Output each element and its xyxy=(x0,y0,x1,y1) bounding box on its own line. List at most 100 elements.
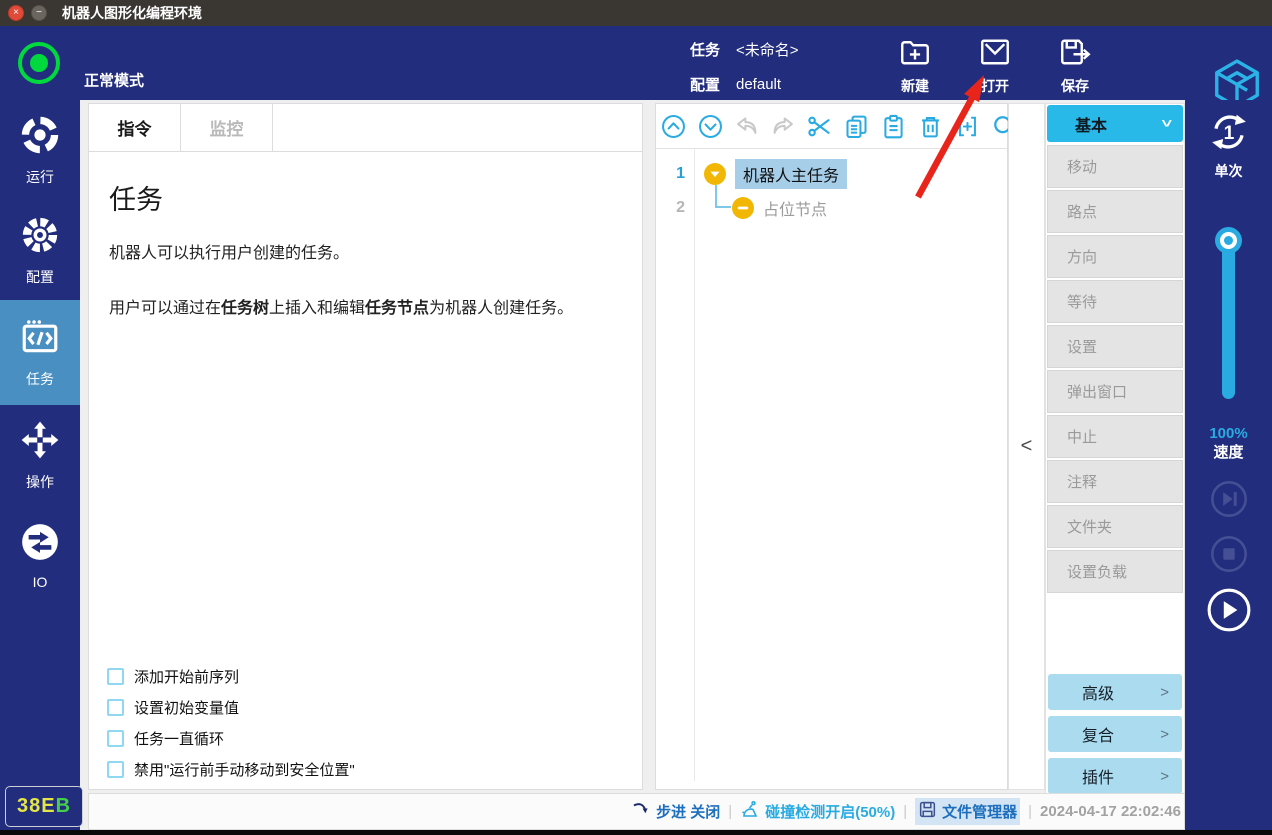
task-doc: 任务 机器人可以执行用户创建的任务。 用户可以通过在任务树上插入和编辑任务节点为… xyxy=(89,152,642,789)
chevron-right-icon: > xyxy=(1160,768,1169,785)
node-item-comment[interactable]: 注释 xyxy=(1047,460,1183,503)
move-down-icon[interactable] xyxy=(697,113,724,140)
sidebar-item-operate[interactable]: 操作 xyxy=(0,405,80,505)
checkbox-pre-sequence[interactable] xyxy=(107,668,124,685)
node-expand-icon[interactable] xyxy=(703,162,727,186)
sidebar-item-run[interactable]: 运行 xyxy=(0,100,80,200)
window-titlebar: × − 机器人图形化编程环境 xyxy=(0,0,1272,26)
node-category-basic[interactable]: 基本 ˅ xyxy=(1047,105,1183,142)
open-task-label: 打开 xyxy=(981,76,1009,96)
sidebar-item-io[interactable]: IO xyxy=(0,505,80,605)
checkbox-loop-forever-label: 任务一直循环 xyxy=(134,728,224,749)
file-manager-button[interactable]: 文件管理器 xyxy=(915,798,1020,825)
step-forward-button[interactable] xyxy=(1210,480,1248,518)
redo-icon[interactable] xyxy=(770,113,796,140)
step-mode-status[interactable]: 步进 关闭 xyxy=(631,800,720,824)
node-group-composite[interactable]: 复合> xyxy=(1048,716,1182,752)
play-button[interactable] xyxy=(1206,587,1252,633)
line-number: 2 xyxy=(656,199,694,217)
cut-icon[interactable] xyxy=(806,113,833,140)
sidebar-io-label: IO xyxy=(33,574,48,590)
sidebar-run-label: 运行 xyxy=(26,167,54,187)
tree-row-placeholder[interactable]: 2 占位节点 xyxy=(656,191,1007,225)
node-item-wait[interactable]: 等待 xyxy=(1047,280,1183,323)
node-item-popup[interactable]: 弹出窗口 xyxy=(1047,370,1183,413)
speed-slider-thumb[interactable] xyxy=(1215,227,1242,254)
checkbox-loop-forever[interactable] xyxy=(107,730,124,747)
badge-green-part: B xyxy=(56,795,71,818)
run-icon xyxy=(19,114,61,159)
node-item-set[interactable]: 设置 xyxy=(1047,325,1183,368)
undo-icon[interactable] xyxy=(734,113,760,140)
node-group-plugin[interactable]: 插件> xyxy=(1048,758,1182,794)
minimize-window-button[interactable]: − xyxy=(31,5,47,21)
status-separator: | xyxy=(728,803,732,820)
status-bar: 步进 关闭 | 碰撞检测开启(50%) | 文件管理器 | 2024-04-17… xyxy=(88,793,1185,830)
status-separator: | xyxy=(1028,803,1032,820)
speed-label: 速度 xyxy=(1209,443,1247,462)
task-description-2: 用户可以通过在任务树上插入和编辑任务节点为机器人创建任务。 xyxy=(109,294,622,318)
robot-status-icon xyxy=(18,42,60,84)
new-task-button[interactable]: 新建 xyxy=(885,34,945,96)
speed-readout: 100% 速度 xyxy=(1209,424,1247,462)
node-item-move[interactable]: 移动 xyxy=(1047,145,1183,188)
checkbox-init-variables-label: 设置初始变量值 xyxy=(134,697,239,718)
tree-node-main-task-label[interactable]: 机器人主任务 xyxy=(735,159,847,189)
move-up-icon[interactable] xyxy=(660,113,687,140)
close-window-button[interactable]: × xyxy=(8,5,24,21)
window-title: 机器人图形化编程环境 xyxy=(62,3,202,23)
node-item-folder[interactable]: 文件夹 xyxy=(1047,505,1183,548)
checkbox-disable-safe-move[interactable] xyxy=(107,761,124,778)
node-item-set-payload[interactable]: 设置负载 xyxy=(1047,550,1183,593)
config-label: 配置 xyxy=(690,74,727,95)
open-task-button[interactable]: 打开 xyxy=(965,34,1025,96)
line-number: 1 xyxy=(656,165,694,183)
checkbox-pre-sequence-label: 添加开始前序列 xyxy=(134,666,239,687)
checkbox-init-variables[interactable] xyxy=(107,699,124,716)
main-sidebar: 运行 配置 任务 xyxy=(0,100,80,835)
step-mode-text: 步进 关闭 xyxy=(656,801,720,822)
clock-timestamp: 2024-04-17 22:02:46 xyxy=(1040,803,1181,820)
collision-detect-status[interactable]: 碰撞检测开启(50%) xyxy=(740,800,895,824)
node-item-waypoint[interactable]: 路点 xyxy=(1047,190,1183,233)
config-name-value: default xyxy=(736,76,781,93)
paste-icon[interactable] xyxy=(880,113,907,140)
save-task-button[interactable]: 保存 xyxy=(1045,34,1105,96)
node-item-abort[interactable]: 中止 xyxy=(1047,415,1183,458)
save-icon xyxy=(1057,34,1093,73)
speed-slider-track[interactable] xyxy=(1222,239,1235,399)
sidebar-item-task[interactable]: 任务 xyxy=(0,300,80,405)
insert-icon[interactable] xyxy=(954,113,981,140)
file-manager-text: 文件管理器 xyxy=(942,801,1017,822)
speed-slider[interactable] xyxy=(1215,227,1242,402)
option-row: 添加开始前序列 xyxy=(107,665,355,688)
chevron-right-icon: > xyxy=(1160,726,1169,743)
node-item-direction[interactable]: 方向 xyxy=(1047,235,1183,278)
task-label: 任务 xyxy=(690,39,727,60)
status-badge: 38EB xyxy=(5,786,83,827)
delete-icon[interactable] xyxy=(917,113,944,140)
task-tree-panel: 1 机器人主任务 2 占位节点 xyxy=(655,103,1008,790)
app-header: 正常模式 任务 <未命名> 配置 default 新建 xyxy=(0,26,1272,100)
single-run-icon[interactable]: 1 xyxy=(1207,110,1251,159)
instruction-panel: 指令 监控 任务 机器人可以执行用户创建的任务。 用户可以通过在任务树上插入和编… xyxy=(88,103,643,790)
tab-instruction[interactable]: 指令 xyxy=(89,104,181,151)
move-arrows-icon xyxy=(19,419,61,464)
task-description-1: 机器人可以执行用户创建的任务。 xyxy=(109,239,622,263)
node-category-basic-label: 基本 xyxy=(1075,112,1107,136)
sidebar-task-label: 任务 xyxy=(26,369,54,389)
task-options: 添加开始前序列 设置初始变量值 任务一直循环 禁用"运行前手动移动到安全位置" xyxy=(107,657,355,781)
io-swap-icon xyxy=(19,521,61,566)
node-group-advanced[interactable]: 高级> xyxy=(1048,674,1182,710)
node-placeholder-icon[interactable] xyxy=(731,196,755,220)
collision-robot-icon xyxy=(740,800,760,824)
collapse-nodes-panel-handle[interactable]: < xyxy=(1008,103,1045,790)
sidebar-item-config[interactable]: 配置 xyxy=(0,200,80,300)
stop-button[interactable] xyxy=(1210,535,1248,573)
tree-row-main-task[interactable]: 1 机器人主任务 xyxy=(656,157,1007,191)
tree-node-placeholder-label: 占位节点 xyxy=(763,196,827,220)
step-mode-icon xyxy=(631,800,651,824)
task-tree: 1 机器人主任务 2 占位节点 xyxy=(656,149,1007,781)
copy-icon[interactable] xyxy=(843,113,870,140)
tab-monitor[interactable]: 监控 xyxy=(181,104,273,151)
